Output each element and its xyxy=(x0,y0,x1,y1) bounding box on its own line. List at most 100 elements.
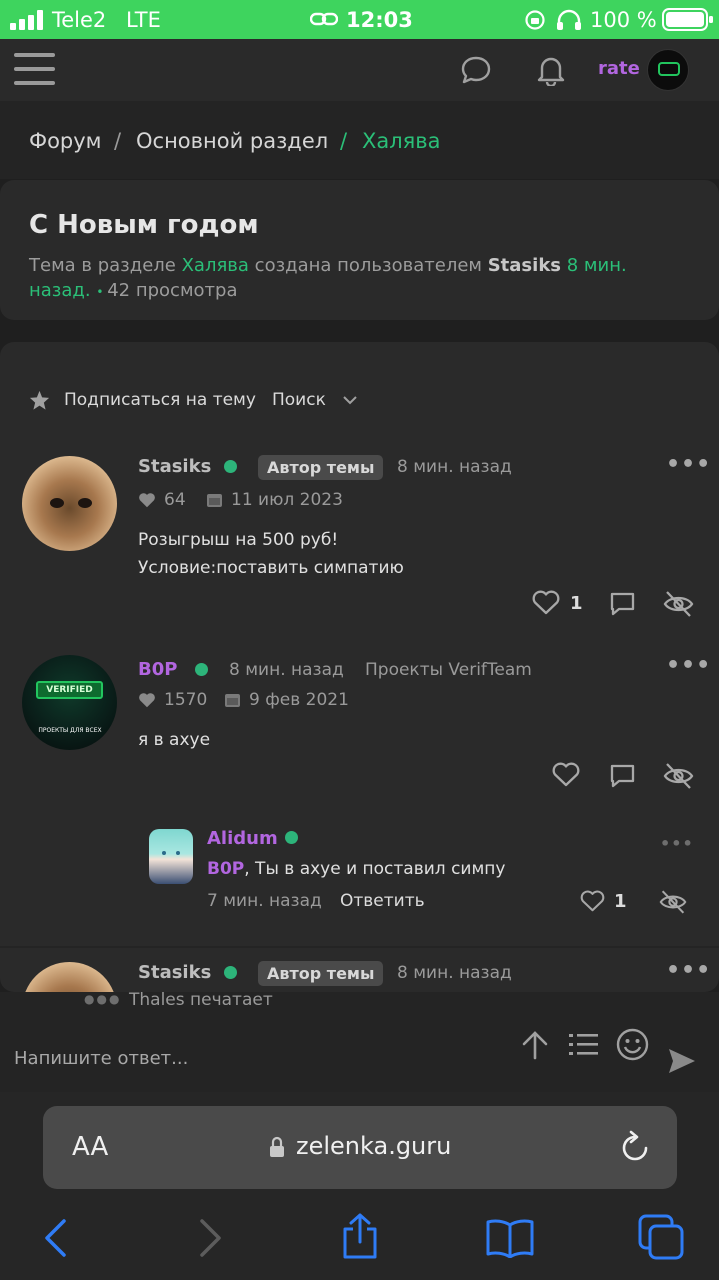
author-badge: Автор темы xyxy=(258,455,384,480)
topic-author-link[interactable]: Stasiks xyxy=(488,255,561,276)
username[interactable]: Alidum xyxy=(207,828,278,849)
user-likes: 1570 xyxy=(164,690,208,710)
calendar-icon xyxy=(225,694,240,707)
more-icon[interactable]: ••• xyxy=(666,958,711,983)
avatar[interactable]: VERIFIED ПРОЕКТЫ ДЛЯ ВСЕХ xyxy=(22,655,117,750)
comment-time: 7 мин. назад xyxy=(207,891,322,911)
calendar-icon xyxy=(207,494,222,507)
hide-icon[interactable] xyxy=(659,889,687,915)
registration-date: 11 июл 2023 xyxy=(231,490,343,510)
hide-icon[interactable] xyxy=(663,590,694,618)
topic-meta: Тема в разделе Халява создана пользовате… xyxy=(29,255,627,301)
username[interactable]: Stasiks xyxy=(138,456,211,477)
reply-input[interactable]: Напишите ответ... xyxy=(14,1048,188,1069)
carrier: Tele2 xyxy=(52,8,107,32)
topic-time-cont: назад. xyxy=(29,280,91,301)
status-bar: Tele2 LTE 12:03 100 % xyxy=(0,0,719,39)
bell-icon[interactable] xyxy=(537,54,565,86)
post-time: 8 мин. назад xyxy=(397,457,512,477)
network-type: LTE xyxy=(126,8,161,32)
user-likes: 64 xyxy=(164,490,186,510)
username[interactable]: B0P xyxy=(138,659,177,680)
avatar[interactable] xyxy=(22,456,117,551)
more-icon[interactable]: ••• xyxy=(660,834,694,853)
reply-button[interactable]: Ответить xyxy=(340,891,425,911)
typing-dots-icon: ●●● xyxy=(84,992,122,1006)
topic-section-link[interactable]: Халява xyxy=(182,255,249,276)
online-indicator xyxy=(195,663,208,676)
username[interactable]: Stasiks xyxy=(138,962,211,983)
like-icon[interactable] xyxy=(580,890,605,912)
topic-time: 8 мин. xyxy=(566,255,627,276)
url-text[interactable]: zelenka.guru xyxy=(296,1132,451,1160)
online-indicator xyxy=(224,460,237,473)
header-avatar[interactable] xyxy=(647,49,689,91)
more-icon[interactable]: ••• xyxy=(666,452,711,477)
comment-message: B0P, Ты в ахуе и поставил симпу xyxy=(207,859,506,879)
like-icon[interactable] xyxy=(532,590,560,615)
signal-icon xyxy=(10,10,43,30)
star-icon[interactable] xyxy=(29,390,50,410)
reply-icon[interactable] xyxy=(609,763,636,789)
link-icon xyxy=(310,12,338,26)
post-time: 8 мин. назад xyxy=(229,660,344,680)
breadcrumb-main-section[interactable]: Основной раздел xyxy=(136,129,328,153)
chat-icon[interactable] xyxy=(461,56,491,84)
avatar[interactable] xyxy=(149,829,193,884)
battery-icon xyxy=(662,8,713,31)
online-indicator xyxy=(224,966,237,979)
post-message: я в ахуе xyxy=(138,730,211,750)
topic-views: 42 просмотра xyxy=(107,280,238,301)
tabs-icon[interactable] xyxy=(638,1214,684,1260)
rotation-lock-icon xyxy=(525,10,545,30)
like-count: 1 xyxy=(614,891,627,912)
forward-icon[interactable] xyxy=(198,1218,224,1258)
menu-icon[interactable] xyxy=(14,53,55,85)
reload-icon[interactable] xyxy=(619,1130,651,1164)
avatar[interactable] xyxy=(22,962,117,992)
subscribe-button[interactable]: Подписаться на тему xyxy=(64,390,256,410)
app-header: rate xyxy=(0,39,719,101)
breadcrumb-freebie[interactable]: Халява xyxy=(362,129,441,153)
user-group: Проекты VerifTeam xyxy=(365,660,532,680)
registration-date: 9 фев 2021 xyxy=(249,690,349,710)
emoji-icon[interactable] xyxy=(616,1028,649,1061)
reply-icon[interactable] xyxy=(609,591,636,617)
like-icon[interactable] xyxy=(552,762,580,787)
breadcrumb-forum[interactable]: Форум xyxy=(29,129,102,153)
arrow-up-icon[interactable] xyxy=(521,1030,549,1060)
back-icon[interactable] xyxy=(42,1218,68,1258)
battery-percent: 100 % xyxy=(590,8,657,32)
divider xyxy=(0,946,719,948)
post-message: Розыгрыш на 500 руб! Условие:поставить с… xyxy=(138,530,404,578)
text-size-button[interactable]: AA xyxy=(72,1132,108,1162)
topic-header: С Новым годом Тема в разделе Халява созд… xyxy=(0,180,719,320)
clock: 12:03 xyxy=(346,8,413,32)
thread-container: Подписаться на тему Поиск Stasiks Автор … xyxy=(0,342,719,992)
mention-link[interactable]: B0P xyxy=(207,859,244,879)
author-badge: Автор темы xyxy=(258,961,384,986)
user-label[interactable]: rate xyxy=(598,58,640,79)
lock-icon xyxy=(270,1136,284,1157)
reply-composer: ●●● Thales печатает Напишите ответ... xyxy=(0,990,719,1092)
address-bar[interactable]: AA zelenka.guru xyxy=(43,1106,677,1189)
breadcrumb: Форум / Основной раздел / Халява xyxy=(0,101,719,179)
breadcrumb-separator: / xyxy=(114,129,122,153)
breadcrumb-separator: / xyxy=(340,129,348,153)
heart-icon xyxy=(139,493,155,508)
send-icon[interactable] xyxy=(667,1046,697,1076)
hide-icon[interactable] xyxy=(663,762,694,790)
online-indicator xyxy=(285,831,298,844)
post-time: 8 мин. назад xyxy=(397,963,512,983)
typing-indicator: Thales печатает xyxy=(129,990,273,1010)
topic-title: С Новым годом xyxy=(29,210,259,240)
headphones-icon xyxy=(557,9,581,30)
heart-icon xyxy=(139,693,155,708)
like-count: 1 xyxy=(570,593,583,614)
search-button[interactable]: Поиск xyxy=(272,390,326,410)
bookmarks-icon[interactable] xyxy=(486,1218,534,1258)
chevron-down-icon[interactable] xyxy=(342,395,358,405)
list-icon[interactable] xyxy=(568,1032,599,1058)
more-icon[interactable]: ••• xyxy=(666,653,711,678)
share-icon[interactable] xyxy=(340,1212,380,1260)
